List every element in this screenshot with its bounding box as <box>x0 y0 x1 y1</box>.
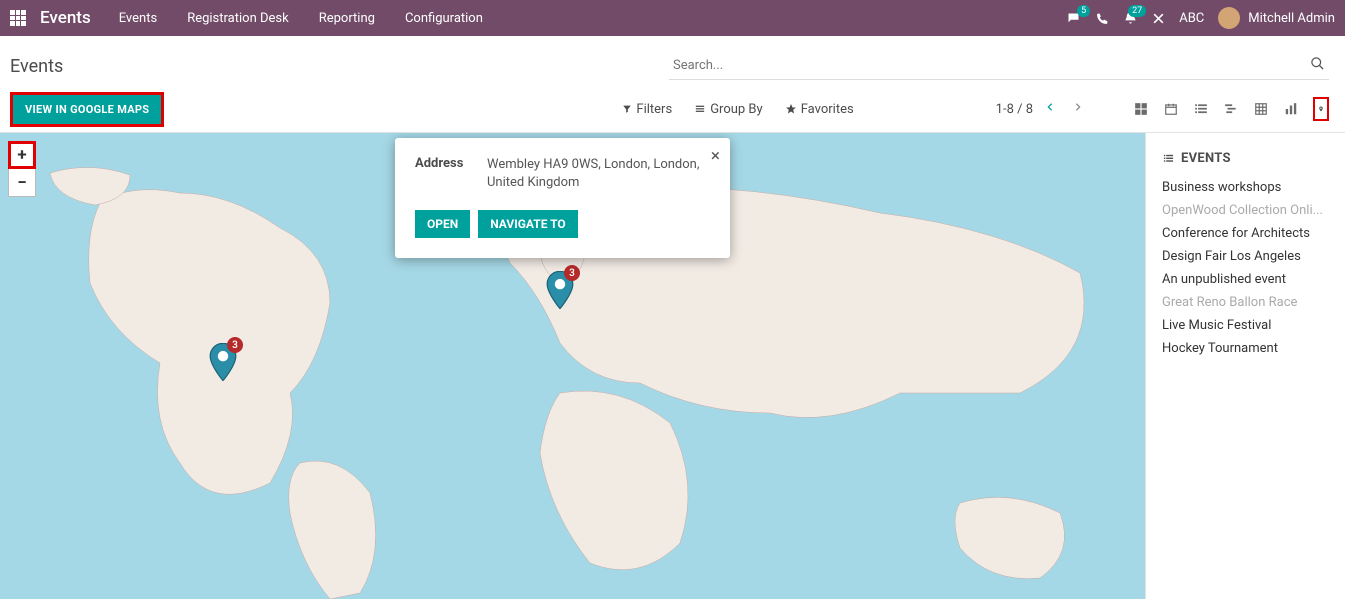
user-name: Mitchell Admin <box>1248 11 1335 26</box>
nav-link-configuration[interactable]: Configuration <box>405 11 483 26</box>
event-item[interactable]: OpenWood Collection Onli... <box>1162 199 1329 222</box>
view-in-google-maps-button[interactable]: VIEW IN GOOGLE MAPS <box>10 92 164 127</box>
event-item[interactable]: An unpublished event <box>1162 268 1329 291</box>
top-navbar: Events Events Registration Desk Reportin… <box>0 0 1345 36</box>
search-box <box>669 52 1329 80</box>
view-map-icon[interactable] <box>1313 97 1329 121</box>
app-brand[interactable]: Events <box>40 8 91 28</box>
popup-navigate-button[interactable]: NAVIGATE TO <box>478 210 577 238</box>
view-pivot-icon[interactable] <box>1253 102 1269 116</box>
search-icon[interactable] <box>1310 56 1325 75</box>
search-input[interactable] <box>669 52 1329 80</box>
zoom-controls: + − <box>8 141 36 197</box>
groupby-button[interactable]: Group By <box>694 102 763 117</box>
main: + − 3 3 × Address Wembley HA9 0WS, Londo… <box>0 133 1345 599</box>
view-graph-icon[interactable] <box>1283 102 1299 116</box>
nav-link-registration[interactable]: Registration Desk <box>187 11 289 26</box>
view-switcher <box>1133 97 1329 121</box>
list-icon <box>1162 153 1175 164</box>
nav-link-reporting[interactable]: Reporting <box>319 11 375 26</box>
view-list-icon[interactable] <box>1193 102 1209 116</box>
favorites-label: Favorites <box>801 102 854 117</box>
pager-text[interactable]: 1-8 / 8 <box>996 102 1033 117</box>
pin-count: 3 <box>564 265 580 281</box>
sidebar-title-text: EVENTS <box>1181 151 1231 166</box>
nav-right: 5 27 ABC Mitchell Admin <box>1065 7 1335 29</box>
event-item[interactable]: Conference for Architects <box>1162 222 1329 245</box>
event-item[interactable]: Business workshops <box>1162 176 1329 199</box>
zoom-in-button[interactable]: + <box>8 141 36 169</box>
favorites-button[interactable]: Favorites <box>785 102 854 117</box>
user-menu[interactable]: Mitchell Admin <box>1218 7 1335 29</box>
pin-count: 3 <box>227 337 243 353</box>
filters-button[interactable]: Filters <box>622 102 672 117</box>
event-item[interactable]: Live Music Festival <box>1162 314 1329 337</box>
chat-icon[interactable]: 5 <box>1065 11 1082 26</box>
control-panel: Events VIEW IN GOOGLE MAPS Filters Group… <box>0 36 1345 133</box>
view-gantt-icon[interactable] <box>1223 102 1239 116</box>
search-options: Filters Group By Favorites 1-8 / 8 <box>612 97 1329 121</box>
map-popup: × Address Wembley HA9 0WS, London, Londo… <box>395 138 730 258</box>
popup-close-icon[interactable]: × <box>711 146 720 166</box>
view-calendar-icon[interactable] <box>1163 102 1179 116</box>
pager: 1-8 / 8 <box>996 99 1089 119</box>
map-pin-us[interactable]: 3 <box>209 343 237 381</box>
view-kanban-icon[interactable] <box>1133 102 1149 116</box>
popup-address-value: Wembley HA9 0WS, London, London, United … <box>487 156 710 192</box>
phone-icon[interactable] <box>1096 12 1109 25</box>
map-area[interactable]: + − 3 3 × Address Wembley HA9 0WS, Londo… <box>0 133 1145 599</box>
nav-link-events[interactable]: Events <box>119 11 157 26</box>
sidebar-title: EVENTS <box>1162 151 1329 166</box>
chat-count-badge: 5 <box>1077 5 1090 17</box>
event-item[interactable]: Hockey Tournament <box>1162 337 1329 360</box>
events-sidebar: EVENTS Business workshops OpenWood Colle… <box>1145 133 1345 599</box>
close-icon[interactable] <box>1152 12 1165 25</box>
activity-count-badge: 27 <box>1128 5 1146 17</box>
zoom-out-button[interactable]: − <box>8 169 36 197</box>
avatar <box>1218 7 1240 29</box>
page-title: Events <box>10 56 63 77</box>
apps-icon[interactable] <box>10 10 26 26</box>
groupby-label: Group By <box>710 102 763 117</box>
event-item[interactable]: Great Reno Ballon Race <box>1162 291 1329 314</box>
nav-links: Events Registration Desk Reporting Confi… <box>119 11 483 26</box>
popup-address-label: Address <box>415 156 469 192</box>
popup-open-button[interactable]: OPEN <box>415 210 470 238</box>
company-name[interactable]: ABC <box>1179 11 1204 26</box>
filters-label: Filters <box>636 102 672 117</box>
pager-prev[interactable] <box>1039 99 1061 119</box>
pager-next[interactable] <box>1067 99 1089 119</box>
map-pin-uk[interactable]: 3 <box>546 271 574 309</box>
event-item[interactable]: Design Fair Los Angeles <box>1162 245 1329 268</box>
activity-icon[interactable]: 27 <box>1123 11 1138 26</box>
